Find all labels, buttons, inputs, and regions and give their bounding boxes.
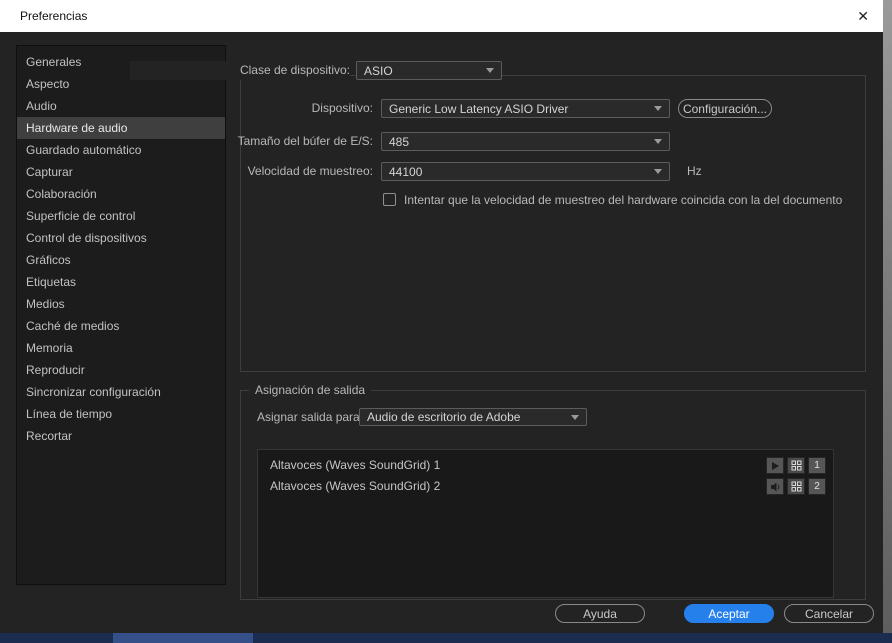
samplerate-unit: Hz <box>687 164 702 178</box>
output-mapping-legend: Asignación de salida <box>249 383 372 397</box>
channel-number-badge[interactable]: 1 <box>808 457 826 474</box>
sidebar-item-control-de-dispositivos[interactable]: Control de dispositivos <box>17 227 225 249</box>
output-device-list: Altavoces (Waves SoundGrid) 1 1 Altavoce… <box>257 449 834 598</box>
output-mapping-group: Asignación de salida Asignar salida para… <box>240 383 866 600</box>
output-row-buttons: 2 <box>766 478 826 495</box>
assign-output-dropdown[interactable]: Audio de escritorio de Adobe <box>359 408 587 426</box>
preferences-sidebar: Generales Aspecto Audio Hardware de audi… <box>16 45 226 585</box>
output-row-buttons: 1 <box>766 457 826 474</box>
device-class-dropdown[interactable]: ASIO <box>356 61 502 80</box>
speaker-icon <box>770 482 779 491</box>
buffer-size-label: Tamaño del búfer de E/S: <box>237 134 373 148</box>
taskbar <box>0 633 892 643</box>
channel-map-button[interactable] <box>787 478 805 495</box>
channel-map-button[interactable] <box>787 457 805 474</box>
match-samplerate-checkbox[interactable] <box>383 193 396 206</box>
help-button[interactable]: Ayuda <box>555 604 645 623</box>
sidebar-item-memoria[interactable]: Memoria <box>17 337 225 359</box>
device-class-value: ASIO <box>364 63 393 78</box>
assign-output-value: Audio de escritorio de Adobe <box>367 410 521 424</box>
match-samplerate-label: Intentar que la velocidad de muestreo de… <box>404 193 843 207</box>
chevron-down-icon <box>486 68 494 73</box>
buffer-size-value: 485 <box>389 134 410 149</box>
sidebar-item-etiquetas[interactable]: Etiquetas <box>17 271 225 293</box>
sidebar-item-sincronizar-configuracion[interactable]: Sincronizar configuración <box>17 381 225 403</box>
device-dropdown[interactable]: Generic Low Latency ASIO Driver <box>381 99 670 118</box>
samplerate-dropdown[interactable]: 44100 <box>381 162 670 181</box>
sidebar-item-capturar[interactable]: Capturar <box>17 161 225 183</box>
device-settings-group: Dispositivo: Generic Low Latency ASIO Dr… <box>238 75 866 372</box>
sidebar-item-hardware-de-audio[interactable]: Hardware de audio <box>17 117 225 139</box>
routing-grid-icon <box>791 481 801 492</box>
play-icon <box>772 461 779 470</box>
output-name: Altavoces (Waves SoundGrid) 1 <box>270 458 441 472</box>
output-row: Altavoces (Waves SoundGrid) 2 2 <box>258 476 833 497</box>
output-row: Altavoces (Waves SoundGrid) 1 1 <box>258 455 833 476</box>
chevron-down-icon <box>654 139 662 144</box>
titlebar: Preferencias ✕ <box>0 0 883 32</box>
chevron-down-icon <box>654 106 662 111</box>
buffer-size-dropdown[interactable]: 485 <box>381 132 670 151</box>
sidebar-item-audio[interactable]: Audio <box>17 95 225 117</box>
chevron-down-icon <box>654 169 662 174</box>
channel-speaker-button[interactable] <box>766 478 784 495</box>
close-icon[interactable]: ✕ <box>857 0 869 32</box>
sidebar-item-recortar[interactable]: Recortar <box>17 425 225 447</box>
preferences-window: Preferencias ✕ Generales Aspecto Audio H… <box>0 0 883 633</box>
output-name: Altavoces (Waves SoundGrid) 2 <box>270 479 441 493</box>
device-label: Dispositivo: <box>311 101 373 115</box>
assign-output-label: Asignar salida para: <box>257 410 364 424</box>
background-window-edge <box>883 0 892 633</box>
channel-play-button[interactable] <box>766 457 784 474</box>
chevron-down-icon <box>571 414 579 420</box>
dialog-body: Generales Aspecto Audio Hardware de audi… <box>0 32 883 633</box>
sidebar-item-cache-de-medios[interactable]: Caché de medios <box>17 315 225 337</box>
sidebar-item-colaboracion[interactable]: Colaboración <box>17 183 225 205</box>
device-class-label: Clase de dispositivo: <box>130 61 350 80</box>
sidebar-item-medios[interactable]: Medios <box>17 293 225 315</box>
sidebar-item-guardado-automatico[interactable]: Guardado automático <box>17 139 225 161</box>
sidebar-item-linea-de-tiempo[interactable]: Línea de tiempo <box>17 403 225 425</box>
ok-button[interactable]: Aceptar <box>684 604 774 623</box>
samplerate-value: 44100 <box>389 164 423 179</box>
taskbar-app-indicator <box>113 633 253 643</box>
routing-grid-icon <box>791 460 801 471</box>
channel-number-badge[interactable]: 2 <box>808 478 826 495</box>
samplerate-label: Velocidad de muestreo: <box>247 164 373 178</box>
window-title: Preferencias <box>20 9 88 23</box>
screen: Preferencias ✕ Generales Aspecto Audio H… <box>0 0 892 643</box>
sidebar-item-superficie-de-control[interactable]: Superficie de control <box>17 205 225 227</box>
cancel-button[interactable]: Cancelar <box>784 604 874 623</box>
device-settings-button[interactable]: Configuración... <box>678 99 772 118</box>
sidebar-item-graficos[interactable]: Gráficos <box>17 249 225 271</box>
device-dropdown-value: Generic Low Latency ASIO Driver <box>389 101 569 116</box>
sidebar-item-reproducir[interactable]: Reproducir <box>17 359 225 381</box>
